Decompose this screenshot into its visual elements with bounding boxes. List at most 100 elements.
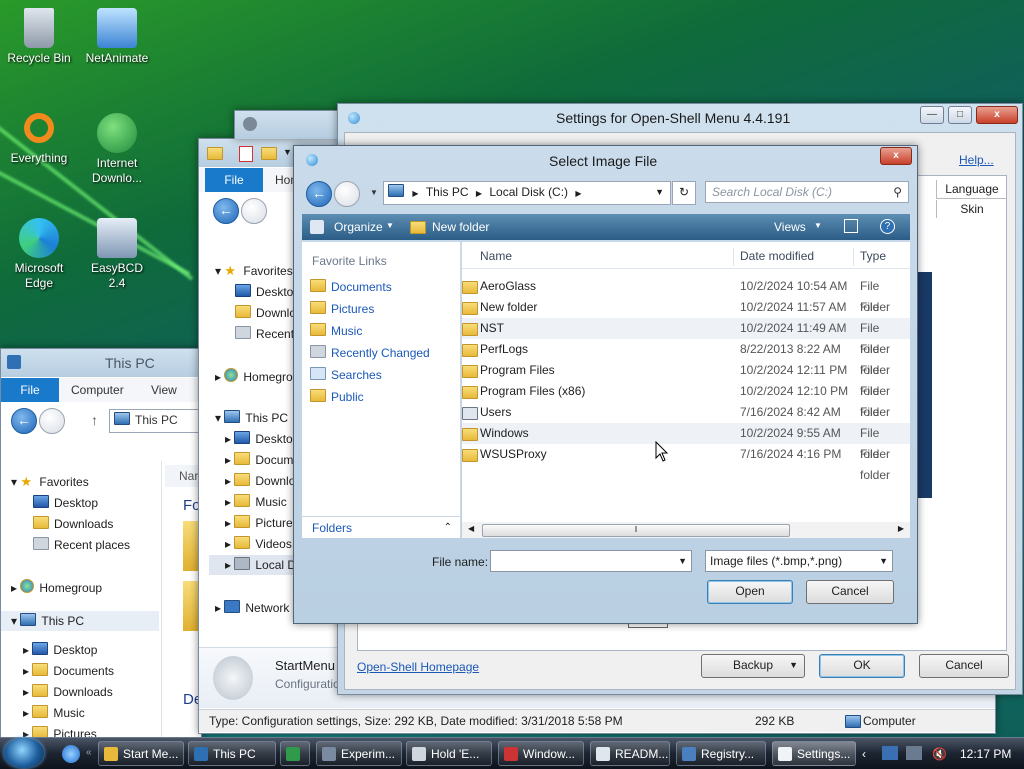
tab-file[interactable]: File	[205, 168, 263, 192]
file-row[interactable]: AeroGlass 10/2/2024 10:54 AM File folder	[462, 276, 910, 314]
refresh-button[interactable]: ↻	[672, 181, 696, 205]
nav-network[interactable]: ▸ Network	[215, 600, 289, 615]
nav-recent-places[interactable]: Recent places	[33, 537, 130, 552]
clock[interactable]: 12:17 PM	[960, 747, 1011, 761]
tab-skin[interactable]: Skin	[936, 200, 1007, 218]
nav-documents[interactable]: ▸ Documents	[23, 663, 114, 678]
file-row[interactable]: Program Files 10/2/2024 12:11 PM File fold…	[462, 360, 910, 398]
chevron-down-icon[interactable]: ▼	[678, 551, 687, 572]
forward-button[interactable]	[334, 181, 360, 207]
taskbar-button[interactable]: Experim...	[316, 741, 402, 766]
desktop-icon-everything[interactable]: Everything	[4, 113, 74, 166]
cancel-button[interactable]: Cancel	[919, 654, 1009, 678]
nav-music[interactable]: ▸ Music	[225, 494, 287, 509]
backup-button[interactable]: Backup ▼	[701, 654, 805, 678]
scroll-left-arrow[interactable]: ◀	[468, 524, 474, 533]
nav-downloads[interactable]: Downlo	[235, 305, 296, 320]
network-warning-icon[interactable]	[882, 746, 898, 760]
content-column-header[interactable]: Nar	[165, 465, 201, 487]
preview-pane-icon[interactable]	[844, 219, 858, 233]
tab-computer[interactable]: Computer	[71, 383, 124, 397]
views-button[interactable]: Views	[774, 220, 806, 234]
fav-link-public[interactable]: Public	[310, 389, 364, 404]
nav-downloads[interactable]: Downloads	[33, 516, 113, 531]
chevron-down-icon[interactable]: ▼	[655, 182, 664, 203]
file-name-input[interactable]: ▼	[490, 550, 692, 572]
tray-chevron-icon[interactable]: ‹	[862, 747, 866, 761]
nav-pc-desktop[interactable]: ▸ Desktop	[23, 642, 97, 657]
scroll-thumb[interactable]: ‖	[482, 524, 790, 537]
nav-local-disk[interactable]: ▸ Local D	[209, 555, 299, 575]
tab-view[interactable]: View	[151, 383, 177, 397]
start-button[interactable]	[4, 738, 44, 768]
back-button[interactable]: ←	[11, 408, 37, 434]
maximize-button[interactable]: □	[948, 106, 972, 124]
nav-music[interactable]: ▸ Music	[23, 705, 85, 720]
help-icon[interactable]: ?	[880, 219, 895, 234]
up-arrow-icon[interactable]: ↑	[91, 412, 98, 428]
file-row[interactable]: PerfLogs 8/22/2013 8:22 AM File folder	[462, 339, 910, 377]
desktop-icon-edge[interactable]: Microsoft Edge	[4, 218, 74, 291]
breadcrumb-local-disk[interactable]: Local Disk (C:)	[489, 185, 568, 199]
nav-this-pc[interactable]: ▾ This PC	[215, 410, 288, 425]
address-bar[interactable]: This PC	[109, 409, 203, 433]
organize-button[interactable]: Organize	[334, 220, 383, 234]
nav-pc-downloads[interactable]: ▸ Downloads	[23, 684, 113, 699]
ie-icon[interactable]	[62, 745, 80, 763]
tab-language[interactable]: Language	[936, 180, 1007, 199]
taskbar-button[interactable]: Settings...	[772, 741, 856, 766]
nav-recent[interactable]: Recent	[235, 326, 294, 341]
breadcrumb-bar[interactable]: ▶ This PC ▶ Local Disk (C:) ▶ ▼	[383, 181, 671, 205]
taskbar-button[interactable]: This PC	[188, 741, 276, 766]
new-folder-icon[interactable]	[261, 147, 277, 160]
monitor-icon[interactable]	[906, 746, 922, 760]
column-header-type[interactable]: Type	[860, 244, 886, 268]
breadcrumb-this-pc[interactable]: This PC	[426, 185, 469, 199]
new-folder-button[interactable]: New folder	[432, 220, 489, 234]
desktop-icon-netanimate[interactable]: NetAnimate	[82, 8, 152, 66]
volume-muted-icon[interactable]: 🔇	[932, 747, 947, 761]
properties-icon[interactable]	[239, 146, 253, 162]
cancel-button[interactable]: Cancel	[806, 580, 894, 604]
taskbar-button[interactable]: Start Me...	[98, 741, 184, 766]
desktop-icon-internet-download[interactable]: Internet Downlo...	[82, 113, 152, 186]
open-button[interactable]: Open	[707, 580, 793, 604]
help-link[interactable]: Help...	[959, 153, 994, 167]
search-input[interactable]: Search Local Disk (C:) ⚲	[705, 181, 909, 203]
nav-favorites[interactable]: ▾ ★ Favorites	[215, 263, 293, 279]
fav-link-documents[interactable]: Documents	[310, 279, 392, 294]
scroll-right-arrow[interactable]: ▶	[898, 524, 904, 533]
nav-videos[interactable]: ▸ Videos	[225, 536, 292, 551]
taskbar-button[interactable]	[280, 741, 310, 766]
nav-pictures[interactable]: ▸ Picture	[225, 515, 293, 530]
fav-link-recently-changed[interactable]: Recently Changed	[310, 345, 430, 360]
desktop-icon-recycle-bin[interactable]: Recycle Bin	[4, 8, 74, 66]
column-header-date[interactable]: Date modified	[740, 244, 814, 268]
folders-toggle[interactable]: Folders ⌃	[302, 516, 460, 539]
ok-button[interactable]: OK	[819, 654, 905, 678]
back-button[interactable]: ←	[213, 198, 239, 224]
homepage-link[interactable]: Open-Shell Homepage	[357, 660, 479, 674]
nav-pc-desktop[interactable]: ▸ Deskto	[225, 431, 293, 446]
file-row[interactable]: New folder10/2/2024 11:57 AMFile folder	[462, 297, 910, 335]
fav-link-searches[interactable]: Searches	[310, 367, 382, 382]
nav-desktop[interactable]: Deskto	[235, 284, 293, 299]
file-row[interactable]: Users7/16/2024 8:42 AMFile folder	[462, 402, 910, 440]
nav-pc-downloads[interactable]: ▸ Downlo	[225, 473, 295, 488]
file-type-select[interactable]: Image files (*.bmp,*.png) ▼	[705, 550, 893, 572]
nav-documents[interactable]: ▸ Docum	[225, 452, 293, 467]
desktop-icon-easybcd[interactable]: EasyBCD 2.4	[82, 218, 152, 291]
nav-homegroup[interactable]: ▸ Homegroup	[11, 579, 102, 595]
taskbar-button[interactable]: Hold 'E...	[406, 741, 492, 766]
minimize-button[interactable]: —	[920, 106, 944, 124]
taskbar-button[interactable]: Registry...	[676, 741, 766, 766]
nav-desktop[interactable]: Desktop	[33, 495, 98, 510]
column-header-name[interactable]: Name	[480, 244, 512, 268]
fav-link-pictures[interactable]: Pictures	[310, 301, 374, 316]
close-button[interactable]: x	[976, 106, 1018, 124]
nav-homegroup[interactable]: ▸ Homegro	[215, 368, 293, 384]
dialog-close-button[interactable]: x	[880, 147, 912, 165]
file-row[interactable]: Windows 10/2/2024 9:55 AM File folder	[462, 423, 910, 461]
back-button[interactable]: ←	[306, 181, 332, 207]
tab-file[interactable]: File	[1, 378, 59, 402]
